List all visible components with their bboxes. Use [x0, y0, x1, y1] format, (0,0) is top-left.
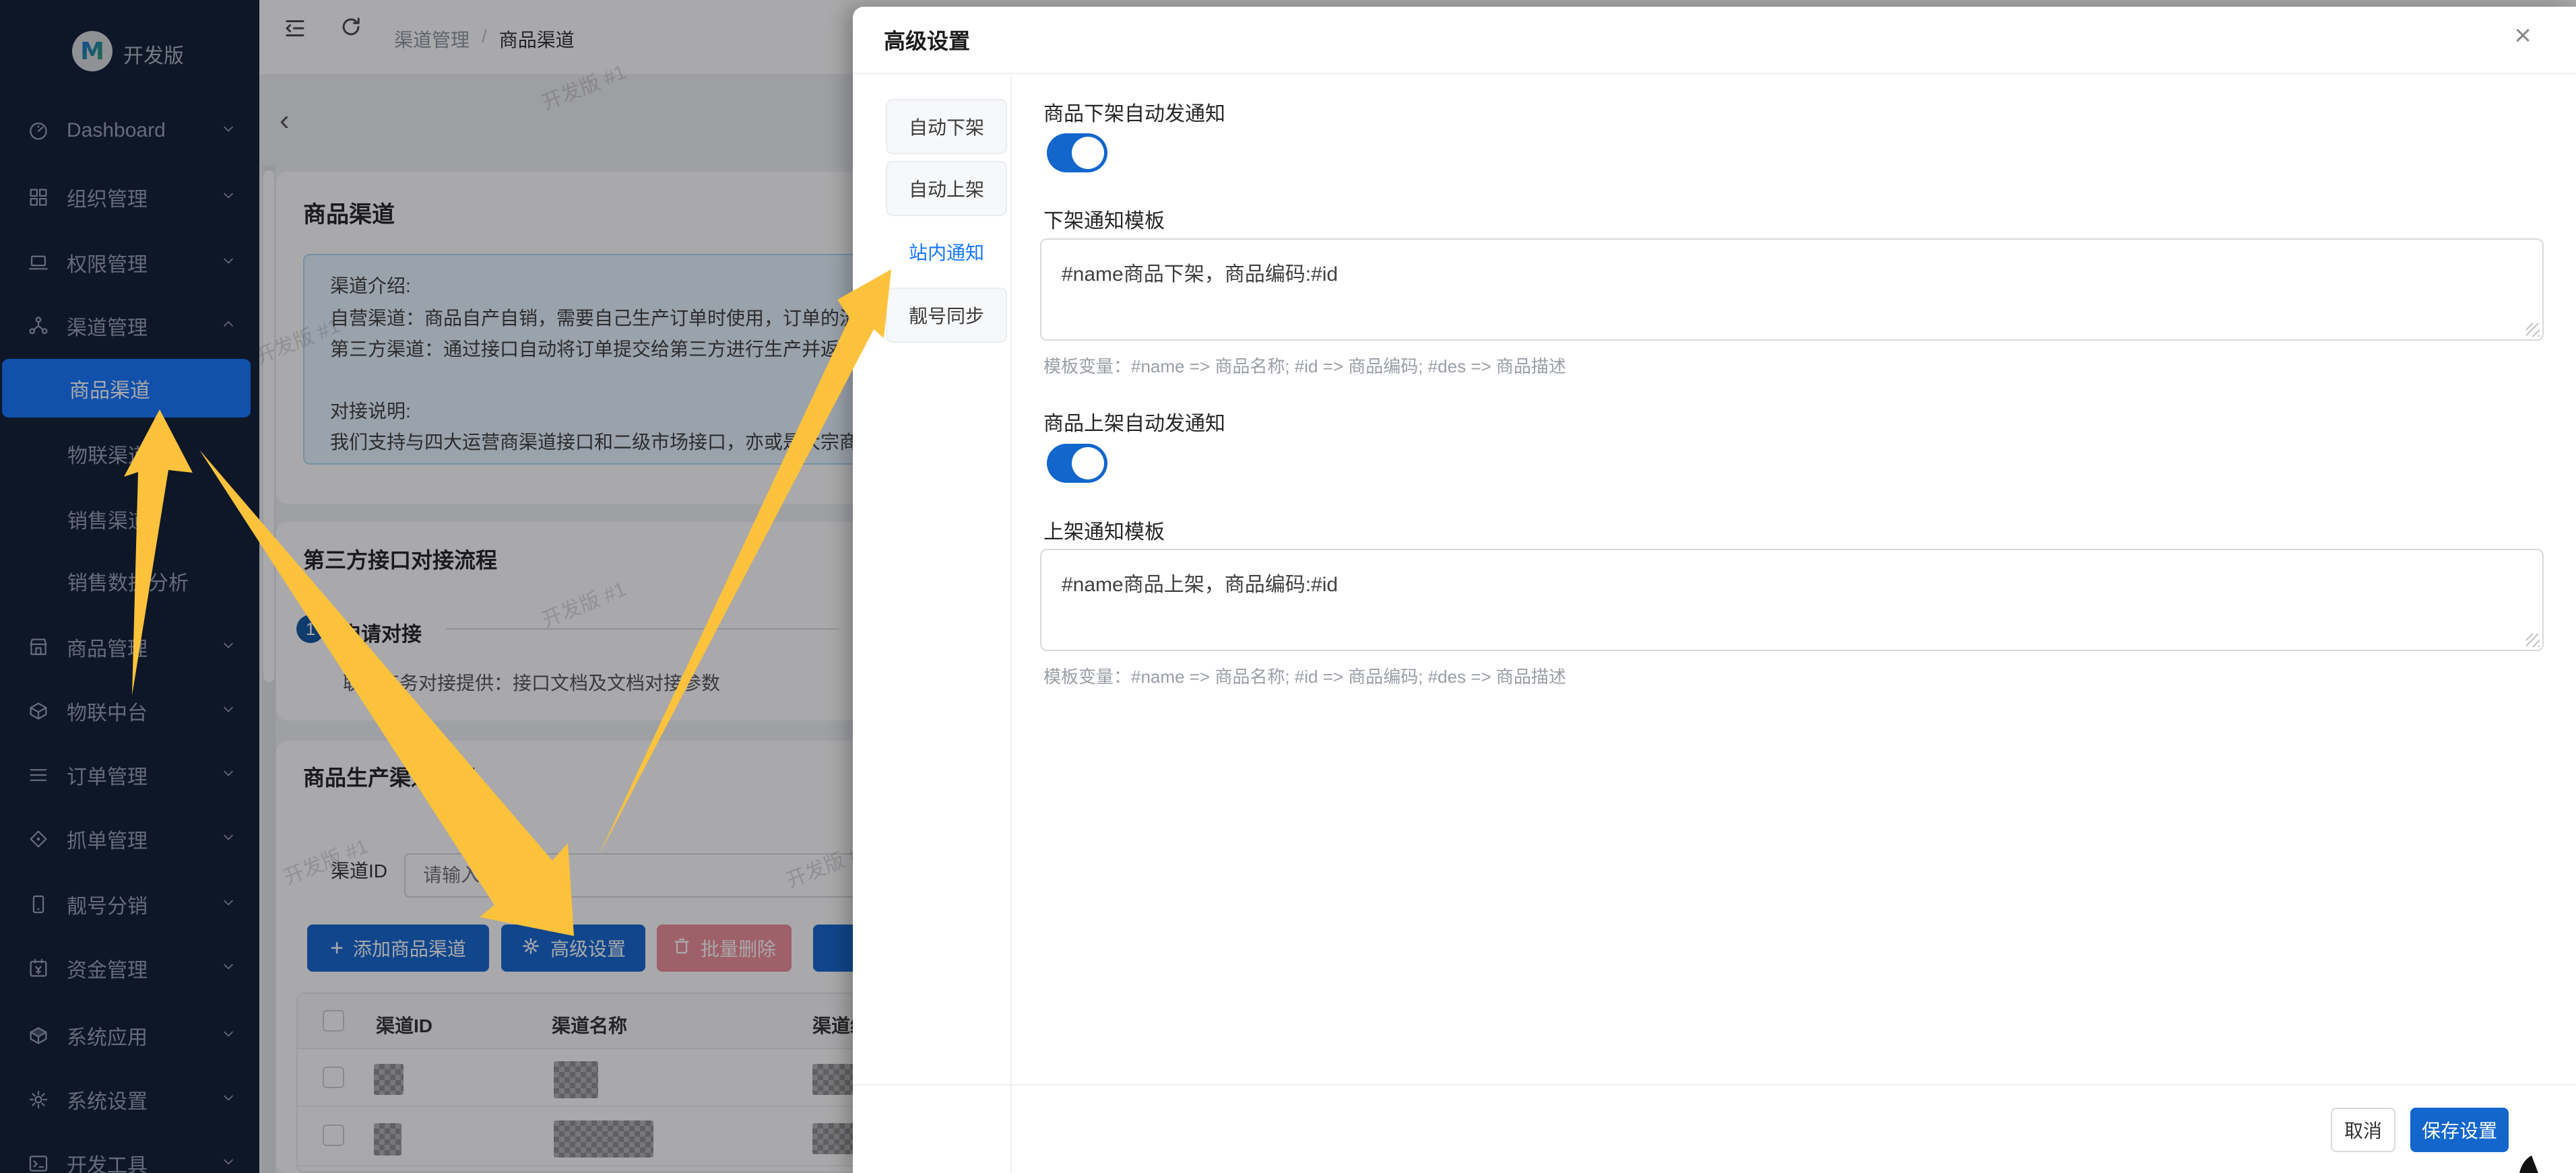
drawer-tab-label: 站内通知 — [909, 238, 984, 265]
textarea-resize-grip[interactable] — [2526, 634, 2540, 647]
toggle-knob — [1072, 137, 1104, 169]
close-icon[interactable]: × — [2514, 19, 2532, 53]
drawer-header: 高级设置 × — [853, 7, 2576, 74]
off-shelf-template-textarea[interactable]: #name商品下架，商品编码:#id — [1040, 238, 2544, 341]
on-shelf-template-hint: 模板变量：#name => 商品名称; #id => 商品编码; #des =>… — [1043, 663, 1566, 688]
on-shelf-switch-label: 商品上架自动发通知 — [1043, 407, 1225, 436]
drawer-tab-nice-number-sync[interactable]: 靓号同步 — [886, 288, 1007, 343]
drawer-footer-divider — [853, 1084, 2576, 1085]
on-shelf-toggle[interactable] — [1047, 444, 1107, 483]
drawer-tab-label: 靓号同步 — [909, 302, 984, 329]
drawer-tab-auto-off-shelf[interactable]: 自动下架 — [886, 99, 1007, 154]
drawer-tab-site-notify[interactable]: 站内通知 — [886, 224, 1007, 279]
on-shelf-template-textarea[interactable]: #name商品上架，商品编码:#id — [1040, 549, 2544, 651]
drawer-tab-label: 自动上架 — [909, 175, 984, 202]
textarea-resize-grip[interactable] — [2526, 323, 2540, 337]
drawer-tab-auto-on-shelf[interactable]: 自动上架 — [886, 161, 1007, 216]
drawer-tab-label: 自动下架 — [909, 113, 984, 140]
toggle-knob — [1072, 447, 1104, 479]
off-shelf-template-label: 下架通知模板 — [1043, 204, 1165, 234]
save-settings-button[interactable]: 保存设置 — [2410, 1108, 2509, 1152]
advanced-settings-drawer: 高级设置 × 自动下架 自动上架 站内通知 靓号同步 商品下架自动发通知 下架通… — [853, 7, 2576, 1173]
drawer-title: 高级设置 — [884, 24, 970, 55]
on-shelf-template-label: 上架通知模板 — [1043, 515, 1165, 545]
off-shelf-toggle[interactable] — [1047, 133, 1107, 172]
off-shelf-switch-label: 商品下架自动发通知 — [1043, 97, 1225, 127]
cancel-button[interactable]: 取消 — [2331, 1108, 2395, 1152]
off-shelf-template-hint: 模板变量：#name => 商品名称; #id => 商品编码; #des =>… — [1043, 353, 1566, 378]
app-root: 渠道管理 / 商品渠道 ‹ 上架/编辑供应商品 × 上架/编辑供应商品 × 角色… — [0, 0, 2576, 1173]
tab-rail-divider — [1010, 74, 1012, 1173]
